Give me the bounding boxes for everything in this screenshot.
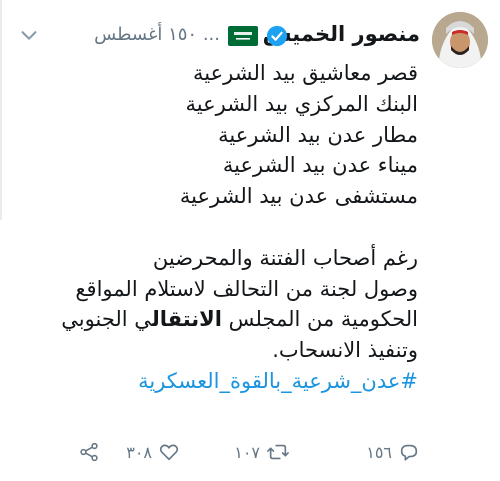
tweet-text-bold: الانتقال bbox=[151, 307, 222, 332]
retweet-icon bbox=[267, 444, 289, 460]
saudi-flag-icon bbox=[228, 26, 258, 46]
like-count: ٣٠٨ bbox=[126, 442, 152, 462]
tweet-line: البنك المركزي بيد الشرعية bbox=[185, 91, 419, 116]
like-button[interactable]: ٣٠٨ bbox=[126, 432, 180, 472]
divider bbox=[0, 0, 2, 220]
like-icon bbox=[159, 444, 179, 461]
tweet-text: قصر معاشيق بيد الشرعية البنك المركزي بيد… bbox=[8, 58, 418, 397]
tweet-card: منصور الخميس ... ١٥٠ أغسطس قصر معاشيق بي… bbox=[0, 0, 500, 481]
avatar[interactable] bbox=[432, 12, 488, 68]
tweet-meta[interactable]: ... ١٥٠ أغسطس bbox=[94, 24, 220, 45]
tweet-line: قصر معاشيق بيد الشرعية bbox=[193, 61, 418, 85]
tweet-line: وتنفيذ الانسحاب. bbox=[272, 338, 418, 363]
hashtag-link[interactable]: #عدن_شرعية_بالقوة_العسكرية bbox=[8, 366, 418, 397]
retweet-count: ١٠٧ bbox=[234, 442, 260, 462]
tweet-text-segment: الحكومية من المجلس bbox=[222, 307, 418, 332]
tweet-line: رغم أصحاب الفتنة والمحرضين bbox=[152, 245, 418, 270]
share-button[interactable] bbox=[78, 432, 100, 472]
reply-icon bbox=[400, 444, 418, 461]
verified-badge-icon bbox=[266, 25, 288, 47]
tweet-line: الحكومية من المجلس الانتقالي الجنوبي bbox=[8, 304, 418, 335]
reply-button[interactable]: ١٥٦ bbox=[366, 432, 420, 472]
action-bar: ١٥٦ ١٠٧ ٣٠٨ bbox=[80, 432, 420, 472]
tweet-line: مطار عدن بيد الشرعية bbox=[218, 122, 418, 147]
tweet-line: مستشفى عدن بيد الشرعية bbox=[179, 184, 418, 209]
avatar-image bbox=[432, 12, 488, 68]
tweet-text-segment: ي الجنوبي bbox=[61, 307, 152, 332]
reply-count: ١٥٦ bbox=[366, 442, 392, 462]
share-icon bbox=[80, 442, 98, 462]
tweet-line: وصول لجنة من التحالف لاستلام المواقع bbox=[75, 276, 418, 301]
tweet-line: ميناء عدن بيد الشرعية bbox=[222, 153, 418, 178]
retweet-button[interactable]: ١٠٧ bbox=[234, 432, 290, 472]
tweet-header: منصور الخميس ... ١٥٠ أغسطس bbox=[12, 18, 420, 52]
chevron-down-icon[interactable] bbox=[18, 24, 40, 46]
